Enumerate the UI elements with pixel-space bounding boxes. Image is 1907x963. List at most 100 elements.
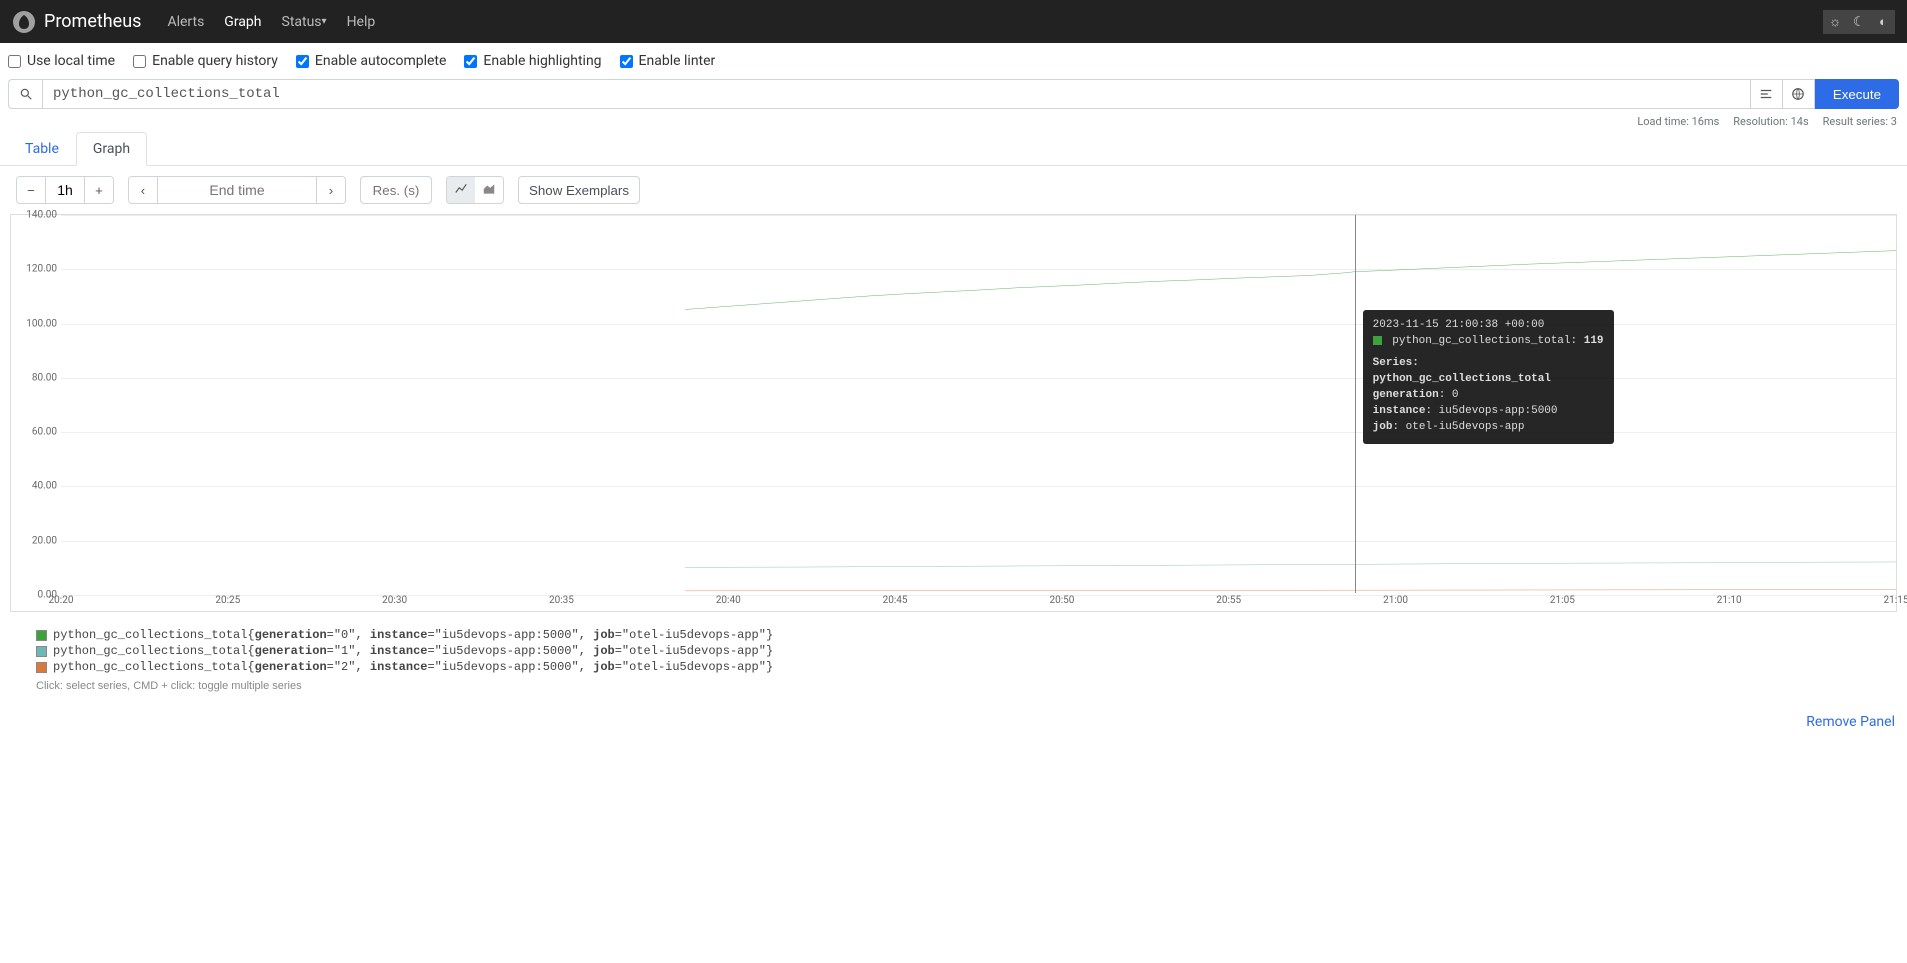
expression-input[interactable] [42, 79, 1751, 109]
time-prev-button[interactable]: ‹ [129, 177, 157, 203]
tooltip: 2023-11-15 21:00:38 +00:00 python_gc_col… [1363, 310, 1614, 444]
result-series: Result series: 3 [1823, 115, 1897, 128]
x-tick: 21:10 [1717, 595, 1742, 606]
query-history-button[interactable] [1783, 79, 1815, 109]
legend-label: python_gc_collections_total{generation="… [53, 644, 773, 658]
panel-footer: Remove Panel [0, 708, 1907, 746]
x-tick: 21:05 [1550, 595, 1575, 606]
series-line[interactable] [685, 589, 1896, 590]
chart-mode-group [446, 176, 504, 204]
tab-graph[interactable]: Graph [76, 132, 147, 166]
tab-table[interactable]: Table [8, 132, 76, 165]
range-decrease-button[interactable]: − [17, 177, 45, 203]
y-tick: 120.00 [26, 264, 57, 275]
format-query-button[interactable] [1751, 79, 1783, 109]
format-icon [1759, 87, 1773, 101]
search-icon [19, 87, 33, 101]
nav-alerts[interactable]: Alerts [157, 0, 214, 43]
x-tick: 20:25 [215, 595, 240, 606]
tooltip-timestamp: 2023-11-15 21:00:38 +00:00 [1373, 318, 1604, 334]
result-tabs: Table Graph [0, 132, 1907, 166]
tooltip-color-swatch [1373, 336, 1382, 345]
option-local-time[interactable]: Use local time [8, 53, 115, 69]
hover-line [1355, 215, 1356, 593]
legend: python_gc_collections_total{generation="… [10, 612, 1897, 698]
x-tick: 20:50 [1049, 595, 1074, 606]
theme-light-button[interactable]: ☼ [1823, 10, 1847, 34]
series-line[interactable] [685, 251, 1896, 310]
chevron-right-icon: › [329, 183, 333, 198]
legend-item[interactable]: python_gc_collections_total{generation="… [36, 628, 1871, 642]
nav-help[interactable]: Help [337, 0, 386, 43]
option-query-history[interactable]: Enable query history [133, 53, 278, 69]
y-tick: 60.00 [32, 427, 57, 438]
series-line[interactable] [685, 562, 1896, 567]
brand: Prometheus [12, 10, 141, 34]
x-tick: 21:00 [1383, 595, 1408, 606]
legend-swatch [36, 662, 47, 673]
plot-area[interactable] [61, 215, 1896, 593]
status-line: Load time: 16ms Resolution: 14s Result s… [0, 109, 1907, 134]
option-highlighting[interactable]: Enable highlighting [464, 53, 601, 69]
end-time-input[interactable] [157, 177, 317, 203]
range-increase-button[interactable]: + [85, 177, 113, 203]
resolution: Resolution: 14s [1733, 115, 1808, 128]
y-tick: 20.00 [32, 535, 57, 546]
x-tick: 20:45 [883, 595, 908, 606]
chart[interactable]: 0.0020.0040.0060.0080.00100.00120.00140.… [10, 214, 1897, 612]
y-tick: 140.00 [26, 210, 57, 221]
metrics-explorer-button[interactable] [8, 79, 42, 109]
legend-swatch [36, 630, 47, 641]
option-autocomplete[interactable]: Enable autocomplete [296, 53, 447, 69]
local-time-checkbox[interactable] [8, 55, 21, 68]
x-tick: 20:20 [49, 595, 74, 606]
stacked-mode-button[interactable] [475, 177, 503, 203]
time-next-button[interactable]: › [317, 177, 345, 203]
execute-button[interactable]: Execute [1815, 79, 1899, 109]
navbar: Prometheus Alerts Graph Status Help ☼ ☾ … [0, 0, 1907, 43]
resolution-input[interactable] [360, 176, 432, 204]
option-linter[interactable]: Enable linter [620, 53, 716, 69]
autocomplete-checkbox[interactable] [296, 55, 309, 68]
area-chart-icon [482, 182, 496, 196]
y-tick: 40.00 [32, 481, 57, 492]
x-tick: 20:40 [716, 595, 741, 606]
y-tick: 80.00 [32, 372, 57, 383]
x-tick: 21:15 [1884, 595, 1907, 606]
legend-item[interactable]: python_gc_collections_total{generation="… [36, 660, 1871, 674]
legend-label: python_gc_collections_total{generation="… [53, 660, 773, 674]
legend-label: python_gc_collections_total{generation="… [53, 628, 773, 642]
brand-text: Prometheus [44, 11, 141, 32]
highlighting-checkbox[interactable] [464, 55, 477, 68]
y-axis: 0.0020.0040.0060.0080.00100.00120.00140.… [11, 215, 61, 611]
range-group: − + [16, 176, 114, 204]
theme-auto-button[interactable]: ◐ [1871, 10, 1895, 34]
line-mode-button[interactable] [447, 177, 475, 203]
x-tick: 20:30 [382, 595, 407, 606]
tooltip-series-value: python_gc_collections_total: 119 [1373, 334, 1604, 350]
plus-icon: + [95, 183, 103, 198]
moon-icon: ☾ [1853, 14, 1865, 30]
x-tick: 20:55 [1216, 595, 1241, 606]
nav-status-dropdown[interactable]: Status [272, 0, 337, 43]
query-history-checkbox[interactable] [133, 55, 146, 68]
theme-controls: ☼ ☾ ◐ [1823, 10, 1895, 34]
nav-graph[interactable]: Graph [214, 0, 271, 43]
remove-panel-link[interactable]: Remove Panel [1806, 714, 1895, 730]
legend-item[interactable]: python_gc_collections_total{generation="… [36, 644, 1871, 658]
end-time-group: ‹ › [128, 176, 346, 204]
sun-icon: ☼ [1829, 14, 1841, 29]
y-tick: 100.00 [26, 318, 57, 329]
options-bar: Use local time Enable query history Enab… [0, 43, 1907, 79]
chevron-left-icon: ‹ [141, 183, 145, 198]
legend-swatch [36, 646, 47, 657]
theme-dark-button[interactable]: ☾ [1847, 10, 1871, 34]
line-chart-icon [454, 182, 468, 196]
query-row: Execute [0, 79, 1907, 109]
range-input[interactable] [45, 177, 85, 203]
load-time: Load time: 16ms [1637, 115, 1719, 128]
prometheus-logo-icon [12, 10, 36, 34]
linter-checkbox[interactable] [620, 55, 633, 68]
x-tick: 20:35 [549, 595, 574, 606]
show-exemplars-button[interactable]: Show Exemplars [518, 176, 640, 204]
